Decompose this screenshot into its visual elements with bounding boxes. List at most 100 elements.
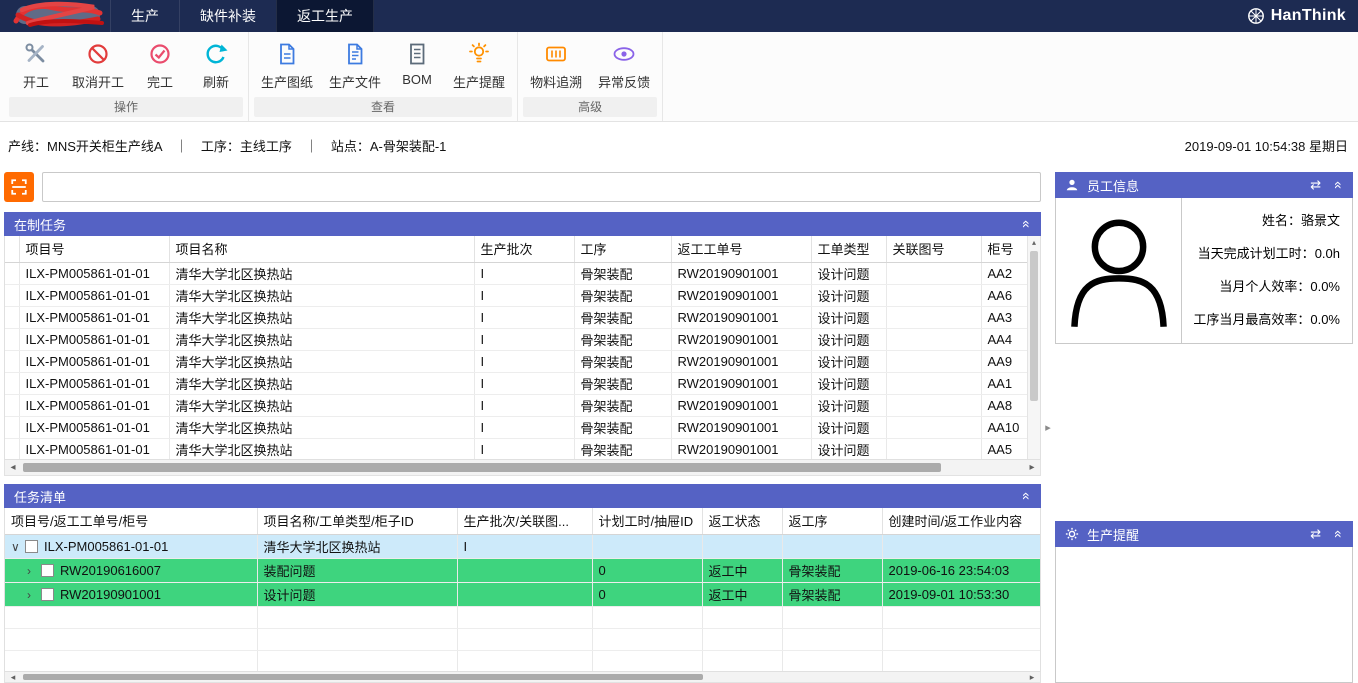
swap-panel-icon[interactable]: ⇄ xyxy=(1310,177,1321,193)
table-row[interactable]: ILX-PM005861-01-01清华大学北区换热站I骨架装配RW201909… xyxy=(5,394,1040,416)
column-header[interactable]: 工单类型 xyxy=(811,236,886,262)
table-row[interactable]: ILX-PM005861-01-01清华大学北区换热站I骨架装配RW201909… xyxy=(5,306,1040,328)
collapse-chevron-icon[interactable]: « xyxy=(1023,217,1031,232)
table-cell: 骨架装配 xyxy=(574,262,671,284)
table-row[interactable]: ›RW20190616007装配问题0返工中骨架装配2019-06-16 23:… xyxy=(5,558,1040,582)
ribbon-group-label: 操作 xyxy=(9,97,243,117)
tab-rework-production[interactable]: 返工生产 xyxy=(276,0,374,32)
column-header[interactable]: 返工序 xyxy=(782,508,882,534)
start-work-button[interactable]: 开工 xyxy=(8,34,64,91)
scan-icon xyxy=(10,178,28,196)
scroll-right-arrow-icon[interactable]: ▸ xyxy=(1024,673,1040,682)
scroll-left-arrow-icon[interactable]: ◂ xyxy=(5,673,21,682)
table-row[interactable]: ›RW20190901001设计问题0返工中骨架装配2019-09-01 10:… xyxy=(5,582,1040,606)
column-header[interactable]: 返工状态 xyxy=(702,508,782,534)
row-selector[interactable] xyxy=(5,416,19,438)
production-reminder-button[interactable]: 生产提醒 xyxy=(445,34,513,91)
table-row[interactable]: ∨ILX-PM005861-01-01清华大学北区换热站I xyxy=(5,534,1040,558)
row-selector[interactable] xyxy=(5,262,19,284)
tab-missing-parts[interactable]: 缺件补装 xyxy=(179,0,276,32)
collapse-chevron-icon[interactable]: « xyxy=(1335,178,1343,193)
scroll-right-arrow-icon[interactable]: ▸ xyxy=(1024,461,1040,475)
table-row[interactable]: ILX-PM005861-01-01清华大学北区换热站I骨架装配RW201909… xyxy=(5,284,1040,306)
table-row[interactable]: ILX-PM005861-01-01清华大学北区换热站I骨架装配RW201909… xyxy=(5,372,1040,394)
column-header[interactable]: 项目名称 xyxy=(169,236,474,262)
table-cell: I xyxy=(474,438,574,460)
table-cell: I xyxy=(457,534,592,558)
scrollbar-thumb[interactable] xyxy=(23,674,703,680)
station-info-bar: 产线：MNS开关柜生产线A ｜ 工序：主线工序 ｜ 站点：A-骨架装配-1 20… xyxy=(0,122,1358,164)
row-checkbox[interactable] xyxy=(41,564,54,577)
column-header[interactable]: 生产批次/关联图... xyxy=(457,508,592,534)
scrollbar-thumb[interactable] xyxy=(1030,251,1038,401)
row-selector[interactable] xyxy=(5,350,19,372)
production-drawings-button[interactable]: 生产图纸 xyxy=(253,34,321,91)
employee-fields: 姓名：骆景文 当天完成计划工时：0.0h 当月个人效率：0.0% 工序当月最高效… xyxy=(1182,198,1352,343)
cancel-start-button[interactable]: 取消开工 xyxy=(64,34,132,91)
table-cell xyxy=(457,628,592,650)
table-row[interactable]: ILX-PM005861-01-01清华大学北区换热站I骨架装配RW201909… xyxy=(5,350,1040,372)
chevron-right-icon[interactable]: › xyxy=(27,588,37,602)
column-header[interactable]: 创建时间/返工作业内容 xyxy=(882,508,1040,534)
column-header[interactable]: 项目名称/工单类型/柜子ID xyxy=(257,508,457,534)
button-label: 异常反馈 xyxy=(598,72,650,91)
table-cell: ILX-PM005861-01-01 xyxy=(19,394,169,416)
row-selector[interactable] xyxy=(5,372,19,394)
wip-tasks-header: 在制任务 « xyxy=(4,212,1041,236)
column-header[interactable]: 计划工时/抽屉ID xyxy=(592,508,702,534)
swap-panel-icon[interactable]: ⇄ xyxy=(1310,526,1321,542)
bom-button[interactable]: BOM xyxy=(389,34,445,87)
table-cell xyxy=(5,606,257,628)
tab-production[interactable]: 生产 xyxy=(110,0,179,32)
table-cell: 骨架装配 xyxy=(574,416,671,438)
row-selector[interactable] xyxy=(5,306,19,328)
vertical-scrollbar[interactable]: ▴ xyxy=(1027,236,1040,459)
row-selector[interactable] xyxy=(5,394,19,416)
material-trace-button[interactable]: 物料追溯 xyxy=(522,34,590,91)
collapse-chevron-icon[interactable]: « xyxy=(1335,527,1343,542)
table-cell: 清华大学北区换热站 xyxy=(169,284,474,306)
scan-button[interactable] xyxy=(4,172,34,202)
button-label: 生产文件 xyxy=(329,72,381,91)
table-cell: 设计问题 xyxy=(811,438,886,460)
exception-feedback-button[interactable]: 异常反馈 xyxy=(590,34,658,91)
row-checkbox[interactable] xyxy=(41,588,54,601)
scan-input[interactable] xyxy=(42,172,1041,202)
table-cell: ILX-PM005861-01-01 xyxy=(19,262,169,284)
refresh-button[interactable]: 刷新 xyxy=(188,34,244,91)
horizontal-scrollbar[interactable]: ◂ ▸ xyxy=(4,672,1041,683)
panel-splitter[interactable]: ▸ xyxy=(1041,172,1055,683)
table-cell: RW20190901001 xyxy=(671,328,811,350)
production-files-button[interactable]: 生产文件 xyxy=(321,34,389,91)
table-cell: 设计问题 xyxy=(811,416,886,438)
scroll-left-arrow-icon[interactable]: ◂ xyxy=(5,461,21,475)
collapse-chevron-icon[interactable]: « xyxy=(1023,489,1031,504)
panel-collapse-arrow-icon[interactable]: ▸ xyxy=(1045,421,1051,434)
cancel-circle-icon xyxy=(85,39,111,69)
row-selector[interactable] xyxy=(5,328,19,350)
row-selector[interactable] xyxy=(5,438,19,460)
horizontal-scrollbar[interactable]: ◂ ▸ xyxy=(4,460,1041,476)
table-cell: RW20190901001 xyxy=(671,416,811,438)
column-header[interactable]: 工序 xyxy=(574,236,671,262)
column-header[interactable]: 项目号/返工工单号/柜号 xyxy=(5,508,257,534)
row-selector[interactable] xyxy=(5,284,19,306)
table-row[interactable]: ILX-PM005861-01-01清华大学北区换热站I骨架装配RW201909… xyxy=(5,438,1040,460)
chevron-down-icon[interactable]: ∨ xyxy=(11,540,21,554)
employee-card-header: 员工信息 ⇄ « xyxy=(1055,172,1353,198)
chevron-right-icon[interactable]: › xyxy=(27,564,37,578)
table-row[interactable]: ILX-PM005861-01-01清华大学北区换热站I骨架装配RW201909… xyxy=(5,328,1040,350)
scrollbar-thumb[interactable] xyxy=(23,463,941,472)
column-header[interactable]: 项目号 xyxy=(19,236,169,262)
complete-work-button[interactable]: 完工 xyxy=(132,34,188,91)
table-cell: 骨架装配 xyxy=(782,582,882,606)
column-header[interactable]: 关联图号 xyxy=(886,236,981,262)
row-checkbox[interactable] xyxy=(25,540,38,553)
ribbon-group-operation: 开工 取消开工 完工 刷新 操作 xyxy=(4,32,249,121)
scroll-up-arrow-icon[interactable]: ▴ xyxy=(1028,236,1040,249)
column-header[interactable]: 返工工单号 xyxy=(671,236,811,262)
reminder-card: 生产提醒 ⇄ « xyxy=(1055,521,1353,683)
column-header[interactable]: 生产批次 xyxy=(474,236,574,262)
table-row[interactable]: ILX-PM005861-01-01清华大学北区换热站I骨架装配RW201909… xyxy=(5,262,1040,284)
table-row[interactable]: ILX-PM005861-01-01清华大学北区换热站I骨架装配RW201909… xyxy=(5,416,1040,438)
